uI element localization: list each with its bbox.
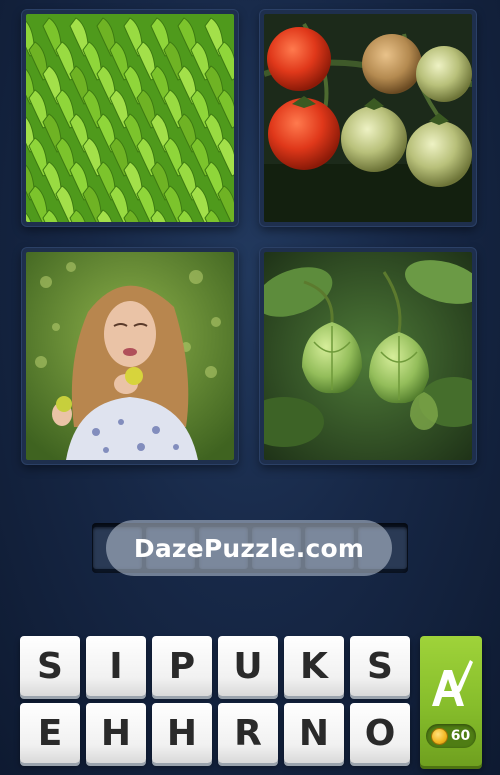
letter-key[interactable]: I <box>86 636 146 696</box>
picture-3-woman-sour-face <box>26 252 234 460</box>
letter-key[interactable]: N <box>284 703 344 763</box>
game-screen: DazePuzzle.com S I P U K S E H H R N O 6… <box>0 0 500 775</box>
letter-key[interactable]: P <box>152 636 212 696</box>
picture-2-tomatoes <box>264 14 472 222</box>
watermark-text: DazePuzzle.com <box>106 520 392 576</box>
hint-cost: 60 <box>426 724 476 748</box>
picture-1-green-bananas <box>26 14 234 222</box>
tomatoes-image <box>264 14 472 222</box>
keyboard-row-1: S I P U K S <box>20 636 412 696</box>
picture-4-frame[interactable] <box>260 248 476 464</box>
picture-3-frame[interactable] <box>22 248 238 464</box>
letter-key[interactable]: H <box>152 703 212 763</box>
bananas-image <box>26 14 234 222</box>
letter-a-paintbrush-icon <box>432 660 473 706</box>
letter-key[interactable]: R <box>218 703 278 763</box>
hint-cost-amount: 60 <box>450 728 471 744</box>
picture-4-husk-cherries <box>264 252 472 460</box>
picture-2-frame[interactable] <box>260 10 476 226</box>
letter-keyboard: S I P U K S E H H R N O <box>20 636 412 770</box>
woman-image <box>26 252 234 460</box>
picture-1-frame[interactable] <box>22 10 238 226</box>
letter-key[interactable]: K <box>284 636 344 696</box>
letter-key[interactable]: U <box>218 636 278 696</box>
husk-cherries-image <box>264 252 472 460</box>
hint-button[interactable]: 60 <box>420 636 482 766</box>
letter-key[interactable]: O <box>350 703 410 763</box>
letter-key[interactable]: S <box>20 636 80 696</box>
letter-key[interactable]: S <box>350 636 410 696</box>
letter-key[interactable]: E <box>20 703 80 763</box>
letter-key[interactable]: H <box>86 703 146 763</box>
keyboard-row-2: E H H R N O <box>20 703 412 763</box>
coin-icon <box>431 728 447 744</box>
